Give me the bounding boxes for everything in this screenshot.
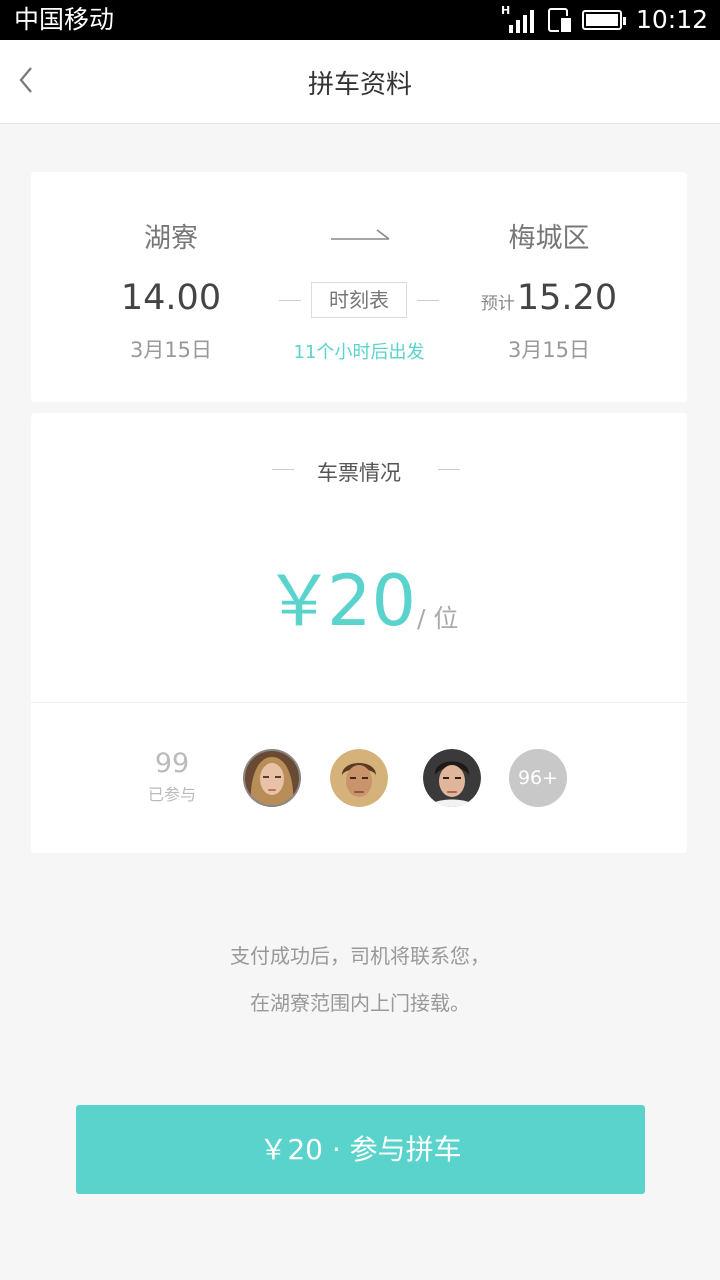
ticket-card: 车票情况 ￥ 20 / 位 99 已参与 96+ (31, 413, 687, 853)
avatar-man-icon (330, 749, 388, 807)
status-icons: H 10:12 (500, 4, 708, 36)
status-time: 10:12 (635, 5, 708, 34)
arrival-city: 梅城区 (508, 223, 590, 254)
avatar[interactable] (243, 749, 301, 807)
payment-note-line1: 支付成功后，司机将联系您， (230, 944, 490, 968)
join-carpool-button[interactable]: ￥20 · 参与拼车 (76, 1105, 645, 1194)
arrival-date: 3月15日 (507, 338, 591, 362)
price-value: 20 (327, 560, 417, 642)
network-type: H (500, 4, 511, 17)
timetable-button[interactable]: 时刻表 (311, 282, 407, 318)
route-arrow-icon (331, 229, 390, 240)
avatar-woman-icon (243, 749, 301, 807)
divider-line (279, 300, 301, 301)
navigation-bar: 拼车资料 (0, 40, 720, 124)
divider (31, 702, 687, 703)
battery-icon (581, 10, 626, 30)
estimate-label: 预计 (480, 294, 515, 314)
departure-city: 湖寮 (144, 223, 198, 254)
page-title: 拼车资料 (307, 70, 412, 100)
sim-card-icon (547, 8, 573, 34)
departure-countdown: 11个小时后出发 (293, 342, 425, 363)
avatar[interactable] (423, 749, 481, 807)
ticket-heading: 车票情况 (31, 457, 687, 487)
payment-note-line2: 在湖寮范围内上门接载。 (250, 991, 470, 1015)
joined-number: 99 (154, 748, 190, 779)
departure-date: 3月15日 (129, 338, 213, 362)
arrival-time: 15.20 (516, 278, 618, 318)
joined-label: 已参与 (147, 785, 196, 804)
joined-count: 99 已参与 (141, 749, 203, 805)
avatar-man-icon (423, 749, 481, 807)
price: ￥ 20 / 位 (31, 555, 687, 645)
route-card: 湖寮 14.00 3月15日 时刻表 11个小时后出发 梅城区 预计 15.20… (31, 172, 687, 402)
divider-line (417, 300, 439, 301)
carrier-name: 中国移动 (14, 5, 115, 34)
price-unit: / 位 (417, 604, 459, 633)
departure-time: 14.00 (120, 278, 222, 318)
status-bar: 中国移动 H 10:12 (0, 0, 720, 40)
price-currency: ￥ (264, 560, 334, 642)
arrival-estimate: 预计 15.20 (444, 278, 654, 318)
signal-icon: H (500, 4, 534, 33)
avatar[interactable] (330, 749, 388, 807)
more-participants-badge[interactable]: 96+ (509, 749, 567, 807)
